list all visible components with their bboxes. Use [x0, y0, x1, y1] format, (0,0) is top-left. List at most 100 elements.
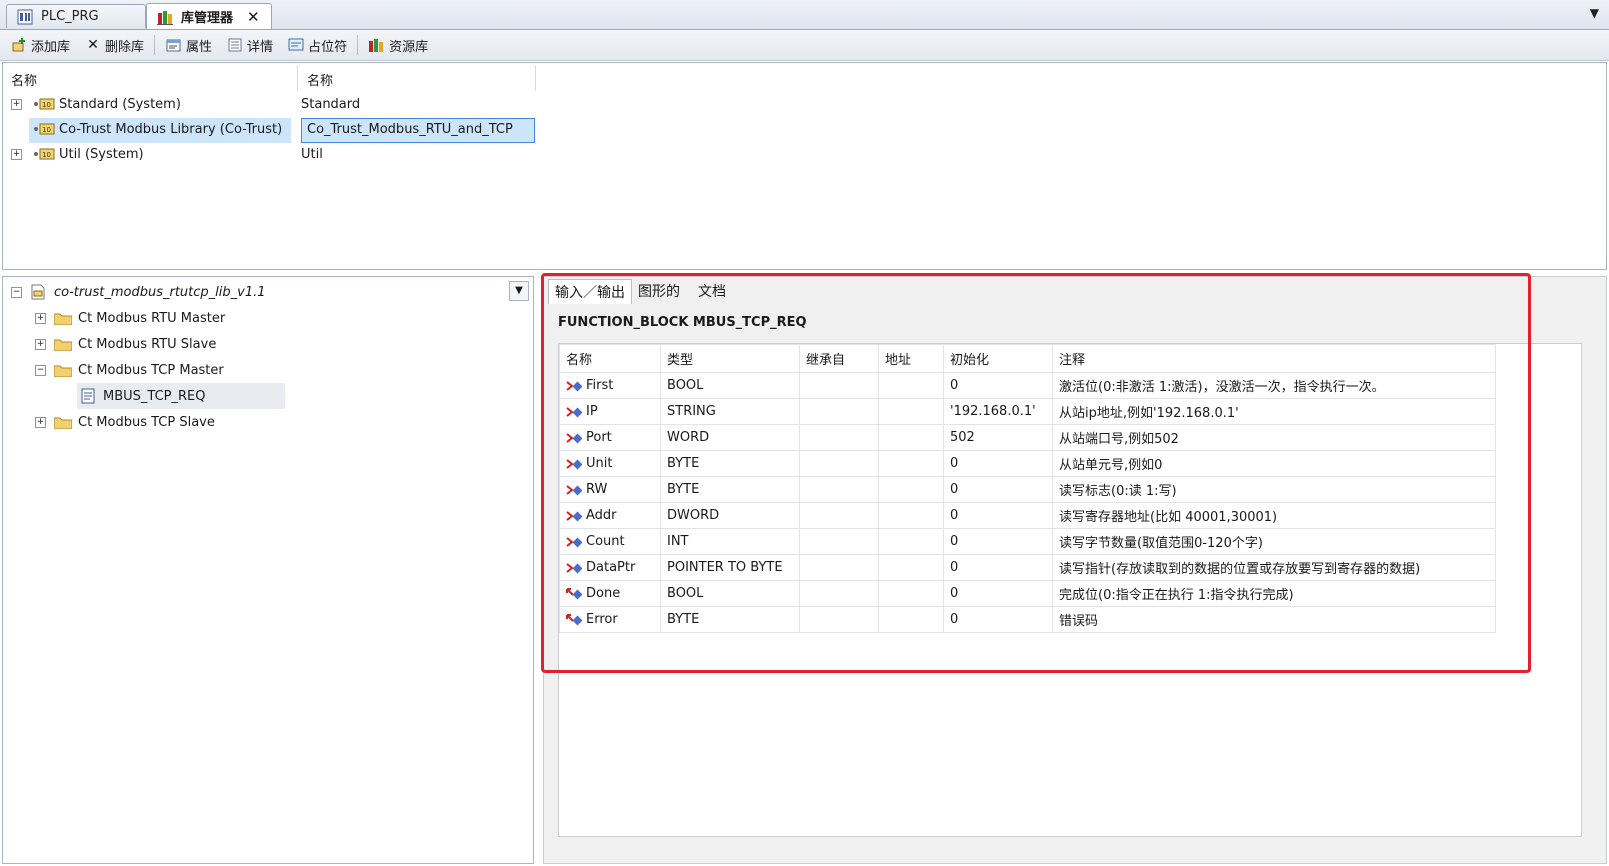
placeholder-button[interactable]: 占位符 [283, 34, 351, 57]
placeholder-icon [287, 36, 305, 54]
collapse-icon[interactable]: − [11, 286, 22, 298]
variable-name: RW [586, 482, 608, 497]
add-library-button[interactable]: 添加库 [6, 34, 74, 57]
tree-item-tcp-master[interactable]: − Ct Modbus TCP Master [35, 357, 224, 383]
variable-row-port[interactable]: Port WORD 502 从站端口号,例如502 [559, 424, 1496, 451]
repository-icon [368, 36, 386, 54]
variable-row-first[interactable]: First BOOL 0 激活位(0:非激活 1:激活)，没激活一次，指令执行一… [559, 372, 1496, 399]
input-variable-icon [566, 458, 583, 470]
tree-item-label: Ct Modbus RTU Slave [78, 336, 217, 352]
variable-type: POINTER TO BYTE [660, 554, 800, 581]
variable-name: Unit [586, 456, 613, 471]
variable-name-cell: Error [559, 606, 661, 633]
close-icon[interactable]: ✕ [247, 8, 260, 26]
column-header-address[interactable]: 地址 [878, 344, 944, 373]
library-row-co-trust-modbus[interactable]: 10 Co-Trust Modbus Library (Co-Trust) Co… [3, 118, 1606, 143]
tree-item-label: MBUS_TCP_REQ [103, 388, 206, 404]
variable-address [878, 372, 944, 399]
delete-library-label: 删除库 [105, 39, 145, 55]
variable-inherited [799, 606, 879, 633]
variable-comment: 从站端口号,例如502 [1052, 424, 1496, 451]
variable-row-done[interactable]: Done BOOL 0 完成位(0:指令正在执行 1:指令执行完成) [559, 580, 1496, 607]
variable-name-cell: Unit [559, 450, 661, 477]
function-block-title: FUNCTION_BLOCK MBUS_TCP_REQ [558, 315, 807, 330]
tree-root[interactable]: − co-trust_modbus_rtutcp_lib_v1.1 [11, 279, 266, 305]
library-content-tree: − co-trust_modbus_rtutcp_lib_v1.1 ▼ + Ct… [2, 276, 534, 864]
variable-name-cell: Count [559, 528, 661, 555]
variables-grid: 名称 类型 继承自 地址 初始化 注释 First BOOL 0 激活位(0:非… [558, 343, 1582, 837]
column-header-init[interactable]: 初始化 [943, 344, 1053, 373]
expand-icon[interactable]: + [11, 99, 22, 110]
tree-dropdown-icon[interactable]: ▼ [509, 281, 529, 301]
variable-address [878, 580, 944, 607]
variable-type: BOOL [660, 580, 800, 607]
library-list: 名称 名称 + 10 Standard (System) Standard 10… [2, 62, 1607, 270]
tab-documentation[interactable]: 文档 [692, 279, 732, 303]
details-button[interactable]: 详情 [222, 34, 277, 57]
document-tab-bar: PLC_PRG 库管理器 ✕ ▼ [0, 0, 1609, 30]
placeholder-label: 占位符 [308, 39, 348, 55]
variable-name: Port [586, 430, 612, 445]
properties-label: 属性 [186, 39, 213, 55]
tab-plc-prg[interactable]: PLC_PRG [6, 4, 146, 28]
tree-item-mbus-tcp-req[interactable]: MBUS_TCP_REQ [77, 383, 285, 409]
expand-icon[interactable]: + [35, 416, 46, 428]
variable-row-count[interactable]: Count INT 0 读写字节数量(取值范围0-120个字) [559, 528, 1496, 555]
output-variable-icon [566, 613, 583, 626]
detail-pane: 输入／输出 图形的 文档 FUNCTION_BLOCK MBUS_TCP_REQ… [543, 276, 1607, 864]
variable-address [878, 502, 944, 529]
variable-comment: 读写标志(0:读 1:写) [1052, 476, 1496, 503]
variable-comment: 读写字节数量(取值范围0-120个字) [1052, 528, 1496, 555]
tab-graphical[interactable]: 图形的 [632, 279, 686, 303]
input-variable-icon [566, 380, 583, 392]
variable-init: 0 [943, 580, 1053, 607]
variable-row-addr[interactable]: Addr DWORD 0 读写寄存器地址(比如 40001,30001) [559, 502, 1496, 529]
column-header-inherited[interactable]: 继承自 [799, 344, 879, 373]
library-row-util[interactable]: + 10 Util (System) Util [3, 143, 1606, 168]
library-row-standard[interactable]: + 10 Standard (System) Standard [3, 93, 1606, 118]
variable-init: 0 [943, 476, 1053, 503]
variable-row-ip[interactable]: IP STRING '192.168.0.1' 从站ip地址,例如'192.16… [559, 398, 1496, 425]
variable-type: WORD [660, 424, 800, 451]
folder-icon [53, 416, 73, 429]
tree-item-tcp-slave[interactable]: + Ct Modbus TCP Slave [35, 409, 215, 435]
variable-inherited [799, 476, 879, 503]
variable-row-rw[interactable]: RW BYTE 0 读写标志(0:读 1:写) [559, 476, 1496, 503]
variable-address [878, 528, 944, 555]
variable-comment: 从站ip地址,例如'192.168.0.1' [1052, 398, 1496, 425]
tree-item-rtu-slave[interactable]: + Ct Modbus RTU Slave [35, 331, 216, 357]
column-header-namespace[interactable]: 名称 [307, 70, 333, 89]
library-list-header: 名称 名称 [3, 63, 1606, 93]
input-variable-icon [566, 432, 583, 444]
column-header-name[interactable]: 名称 [559, 344, 661, 373]
add-library-icon [10, 36, 28, 54]
variable-row-unit[interactable]: Unit BYTE 0 从站单元号,例如0 [559, 450, 1496, 477]
variable-init: '192.168.0.1' [943, 398, 1053, 425]
variable-address [878, 398, 944, 425]
folder-icon [53, 312, 73, 325]
library-name: Util (System) [59, 147, 144, 162]
collapse-icon[interactable]: − [35, 364, 46, 376]
tab-library-manager[interactable]: 库管理器 ✕ [146, 3, 272, 29]
expand-icon[interactable]: + [11, 149, 22, 160]
variable-row-error[interactable]: Error BYTE 0 错误码 [559, 606, 1496, 633]
add-library-label: 添加库 [31, 39, 71, 55]
column-header-name[interactable]: 名称 [11, 70, 37, 89]
variable-type: BOOL [660, 372, 800, 399]
variable-row-dataptr[interactable]: DataPtr POINTER TO BYTE 0 读写指针(存放读取到的数据的… [559, 554, 1496, 581]
expand-icon[interactable]: + [35, 312, 46, 324]
column-header-type[interactable]: 类型 [660, 344, 800, 373]
variable-init: 0 [943, 554, 1053, 581]
library-name: Standard (System) [59, 97, 181, 112]
tree-root-label: co-trust_modbus_rtutcp_lib_v1.1 [54, 284, 266, 300]
delete-library-button[interactable]: ✕ 删除库 [80, 34, 148, 57]
delete-icon: ✕ [87, 37, 99, 53]
tab-inputs-outputs[interactable]: 输入／输出 [548, 279, 632, 304]
details-label: 详情 [247, 39, 274, 55]
properties-button[interactable]: 属性 [161, 34, 216, 57]
tree-item-rtu-master[interactable]: + Ct Modbus RTU Master [35, 305, 225, 331]
column-header-comment[interactable]: 注释 [1052, 344, 1496, 373]
expand-icon[interactable]: + [35, 338, 46, 350]
tab-list-dropdown-icon[interactable]: ▼ [1590, 6, 1599, 20]
repository-button[interactable]: 资源库 [364, 34, 432, 57]
